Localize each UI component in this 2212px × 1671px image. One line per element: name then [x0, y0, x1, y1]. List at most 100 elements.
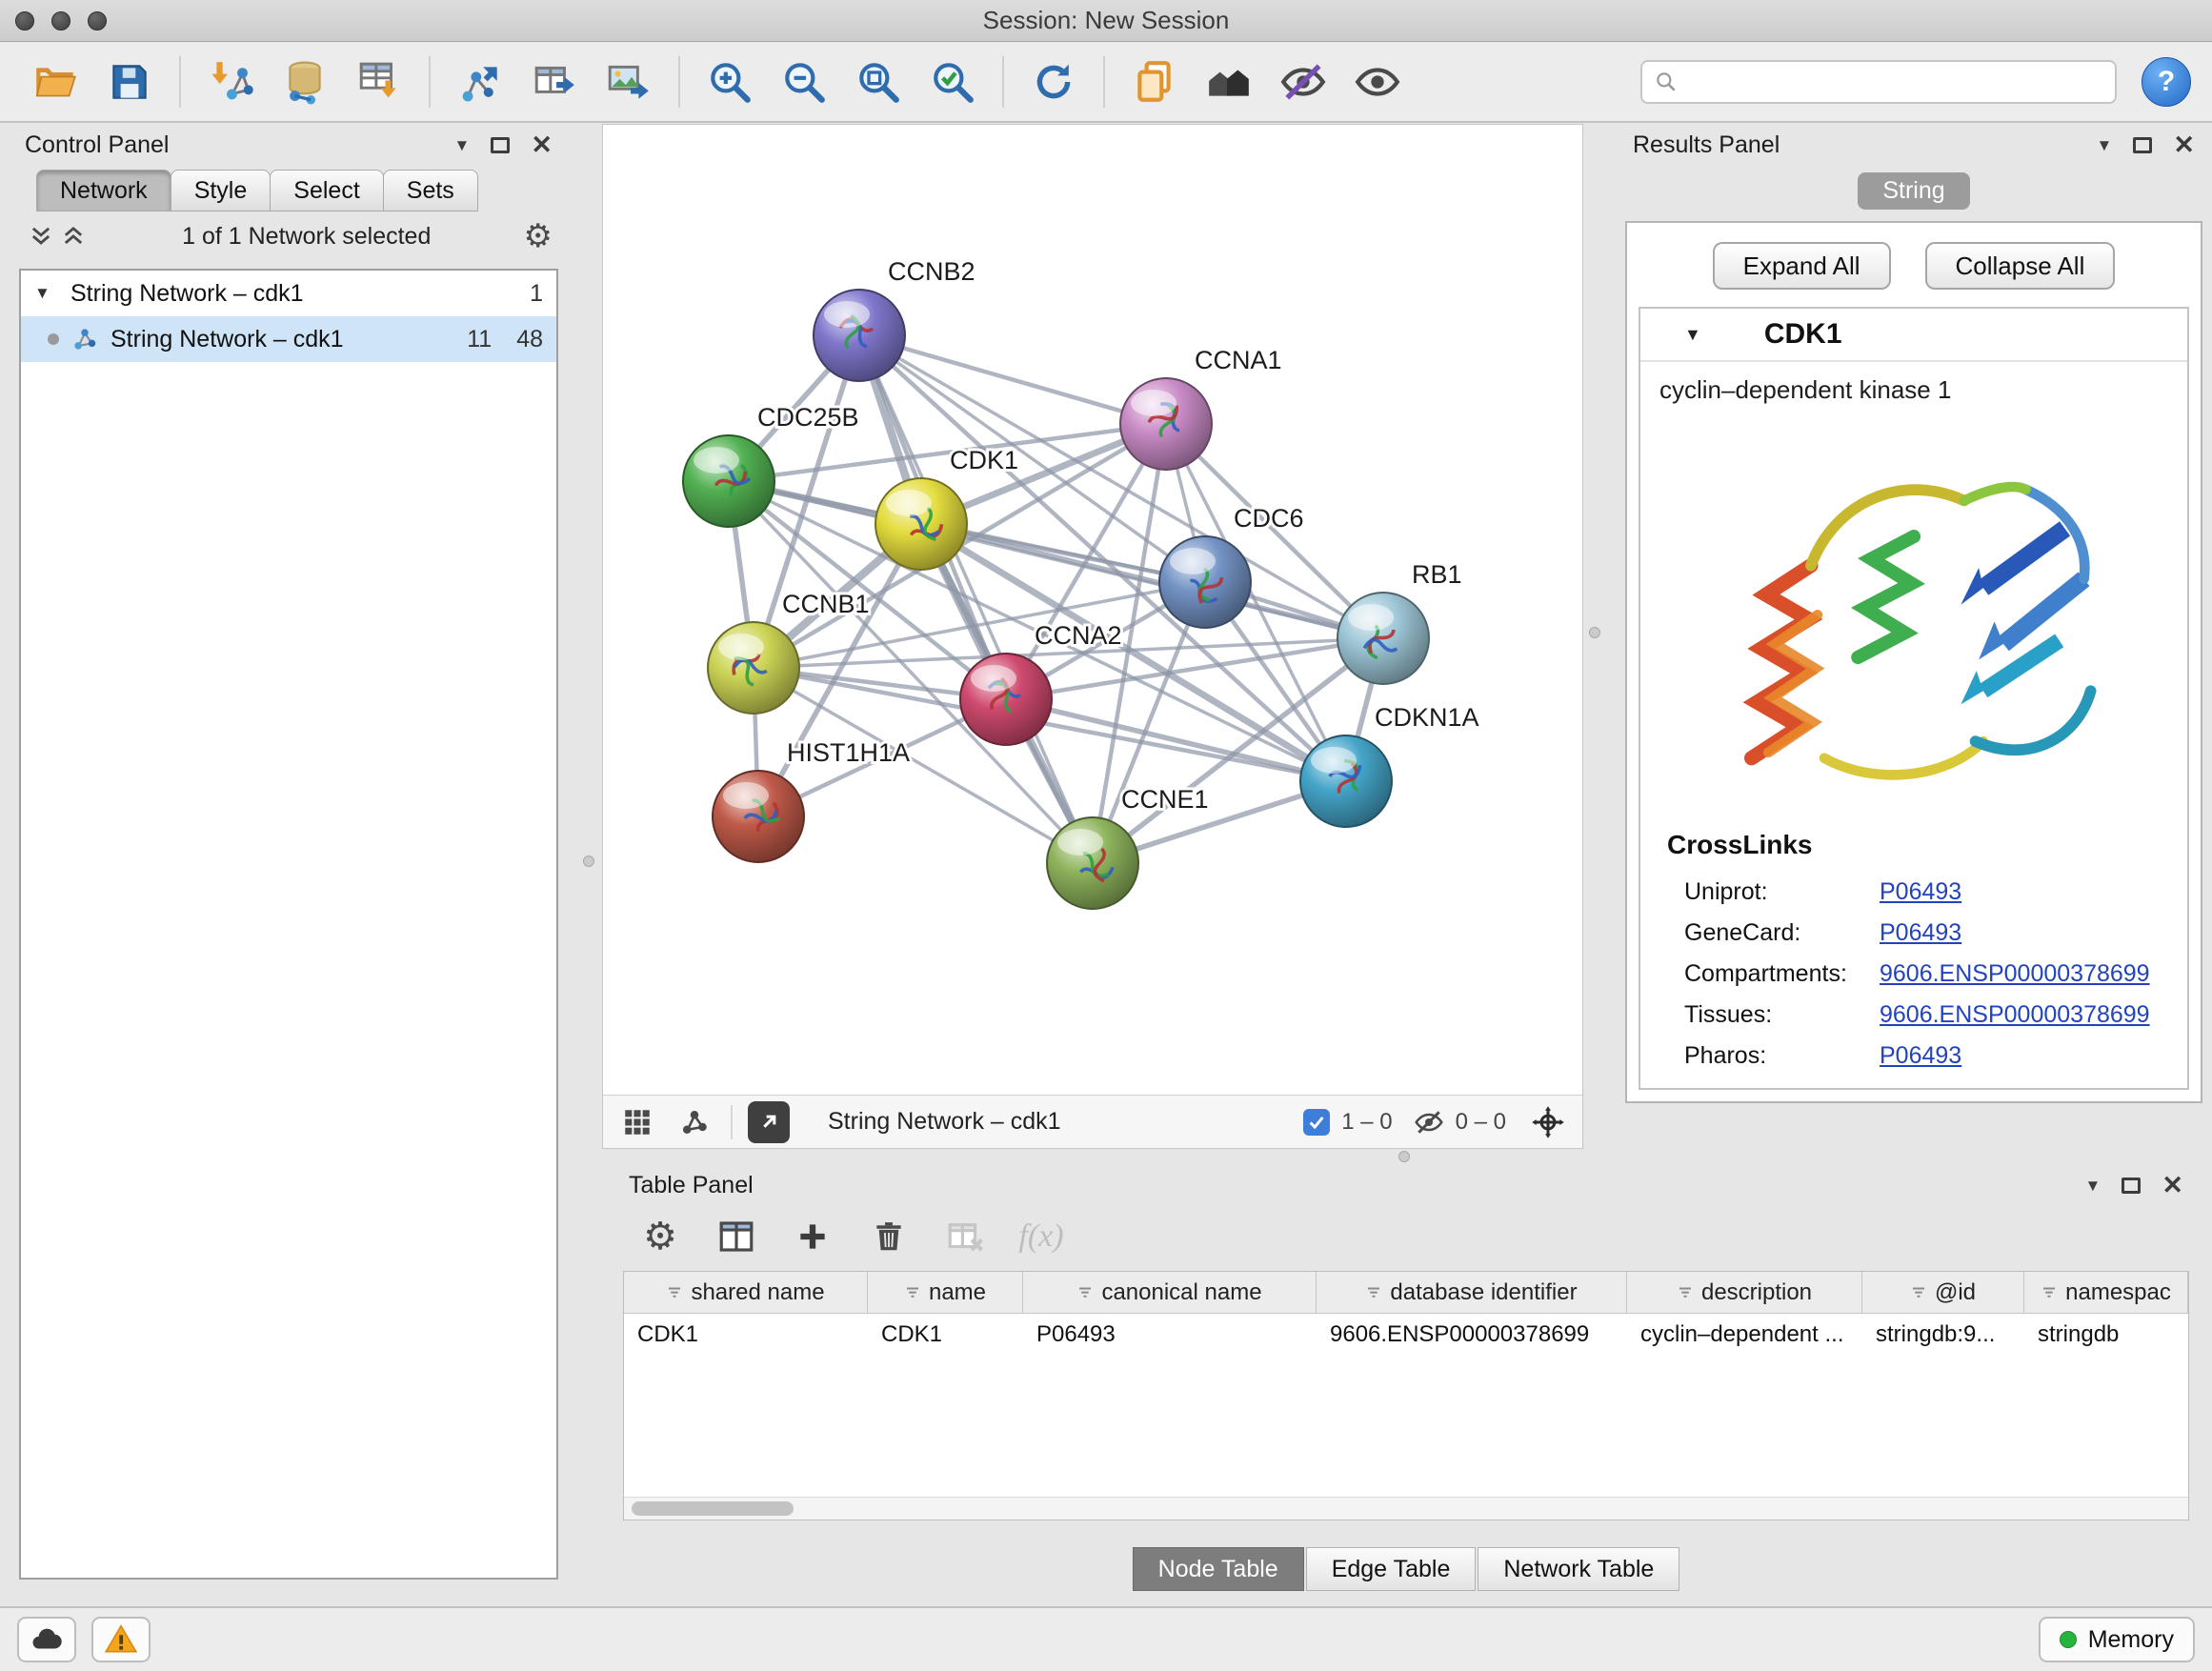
tab-network-table[interactable]: Network Table [1478, 1547, 1679, 1591]
splitter-handle[interactable] [1398, 1151, 1410, 1162]
scrollbar-thumb[interactable] [632, 1501, 794, 1516]
panel-close-icon[interactable]: ✕ [531, 132, 553, 158]
network-node[interactable] [1159, 536, 1251, 628]
splitter-handle[interactable] [1589, 627, 1600, 638]
network-node[interactable] [814, 290, 905, 381]
table-column-header[interactable]: shared name [624, 1272, 868, 1313]
network-node[interactable] [1337, 593, 1429, 684]
table-cell[interactable]: cyclin–dependent ... [1627, 1314, 1862, 1356]
crosslink-link[interactable]: P06493 [1880, 878, 1961, 906]
panel-menu-icon[interactable]: ▼ [2085, 1178, 2101, 1194]
window-minimize-button[interactable] [51, 11, 70, 30]
gene-section-header[interactable]: ▼ CDK1 [1640, 309, 2187, 362]
network-node[interactable] [1120, 378, 1212, 470]
create-column-button[interactable] [791, 1215, 835, 1258]
panel-float-icon[interactable] [491, 137, 510, 153]
table-column-header[interactable]: @id [1862, 1272, 2024, 1313]
grid-view-button[interactable] [616, 1101, 658, 1143]
table-cell[interactable]: P06493 [1023, 1314, 1317, 1356]
tab-node-table[interactable]: Node Table [1133, 1547, 1304, 1591]
zoom-out-button[interactable] [770, 50, 838, 114]
import-network-from-file-button[interactable] [196, 50, 265, 114]
show-all-button[interactable] [1343, 50, 1412, 114]
tab-string[interactable]: String [1858, 172, 1969, 210]
apply-preferred-layout-button[interactable] [1019, 50, 1088, 114]
zoom-in-button[interactable] [695, 50, 764, 114]
expand-all-button[interactable] [57, 220, 90, 252]
delete-table-button[interactable] [943, 1215, 987, 1258]
export-image-button[interactable] [594, 50, 663, 114]
home-view-button[interactable] [1195, 50, 1263, 114]
panel-close-icon[interactable]: ✕ [2162, 1173, 2183, 1198]
delete-column-button[interactable] [867, 1215, 911, 1258]
fit-content-button[interactable] [1527, 1101, 1569, 1143]
open-session-button[interactable] [21, 50, 90, 114]
table-horizontal-scrollbar[interactable] [624, 1497, 2188, 1520]
table-column-header[interactable]: namespac [2024, 1272, 2188, 1313]
tab-network[interactable]: Network [36, 170, 171, 211]
panel-float-icon[interactable] [2133, 137, 2152, 153]
section-expander-icon[interactable]: ▼ [1684, 325, 1701, 345]
function-builder-button[interactable]: f(x) [1019, 1215, 1063, 1258]
detach-view-button[interactable] [748, 1101, 790, 1143]
window-zoom-button[interactable] [88, 11, 107, 30]
network-node[interactable] [1300, 735, 1392, 827]
clone-network-button[interactable] [1120, 50, 1189, 114]
expand-all-button[interactable]: Expand All [1713, 242, 1891, 290]
warnings-button[interactable] [91, 1617, 151, 1662]
splitter-handle[interactable] [583, 856, 594, 867]
zoom-fit-button[interactable] [844, 50, 913, 114]
crosslink-link[interactable]: P06493 [1880, 1042, 1961, 1070]
collapse-all-button[interactable] [25, 220, 57, 252]
tab-select[interactable]: Select [270, 170, 383, 211]
table-column-header[interactable]: name [868, 1272, 1023, 1313]
table-settings-gear-icon[interactable]: ⚙ [638, 1215, 682, 1258]
crosslink-link[interactable]: 9606.ENSP00000378699 [1880, 1001, 2150, 1029]
table-column-header[interactable]: database identifier [1317, 1272, 1627, 1313]
import-table-from-file-button[interactable] [345, 50, 413, 114]
panel-menu-icon[interactable]: ▼ [2097, 137, 2113, 153]
tab-style[interactable]: Style [171, 170, 271, 211]
network-node[interactable] [1047, 817, 1138, 909]
panel-close-icon[interactable]: ✕ [2173, 132, 2195, 158]
hide-selected-button[interactable] [1269, 50, 1337, 114]
crosslink-link[interactable]: 9606.ENSP00000378699 [1880, 960, 2150, 988]
network-node[interactable] [713, 771, 804, 862]
table-cell[interactable]: stringdb:9... [1862, 1314, 2024, 1356]
network-node[interactable] [960, 654, 1052, 745]
search-input[interactable] [1688, 69, 2103, 95]
tab-sets[interactable]: Sets [383, 170, 478, 211]
crosslink-link[interactable]: P06493 [1880, 919, 1961, 947]
import-network-from-database-button[interactable] [271, 50, 339, 114]
cloud-status-button[interactable] [17, 1617, 76, 1662]
save-session-button[interactable] [95, 50, 164, 114]
export-table-button[interactable] [520, 50, 589, 114]
search-box[interactable] [1640, 60, 2117, 104]
help-button[interactable]: ? [2142, 57, 2191, 107]
tab-edge-table[interactable]: Edge Table [1306, 1547, 1477, 1591]
table-row[interactable]: CDK1CDK1P064939606.ENSP00000378699cyclin… [624, 1314, 2188, 1356]
panel-float-icon[interactable] [2122, 1178, 2141, 1194]
export-network-button[interactable] [446, 50, 514, 114]
select-columns-button[interactable] [714, 1215, 758, 1258]
table-column-header[interactable]: canonical name [1023, 1272, 1317, 1313]
tree-expander-icon[interactable]: ▼ [34, 284, 59, 303]
table-column-header[interactable]: description [1627, 1272, 1862, 1313]
table-cell[interactable]: stringdb [2024, 1314, 2188, 1356]
memory-button[interactable]: Memory [2039, 1617, 2195, 1662]
network-collection-row[interactable]: ▼ String Network – cdk1 1 [21, 271, 556, 316]
network-options-gear-icon[interactable]: ⚙ [524, 220, 553, 252]
network-node[interactable] [683, 435, 774, 527]
network-overview-button[interactable] [674, 1101, 715, 1143]
collapse-all-button[interactable]: Collapse All [1925, 242, 2116, 290]
panel-menu-icon[interactable]: ▼ [454, 137, 471, 153]
window-close-button[interactable] [15, 11, 34, 30]
network-row[interactable]: String Network – cdk1 11 48 [21, 316, 556, 362]
table-cell[interactable]: 9606.ENSP00000378699 [1317, 1314, 1627, 1356]
network-node[interactable] [875, 478, 967, 570]
table-cell[interactable]: CDK1 [624, 1314, 868, 1356]
network-node[interactable] [708, 622, 799, 714]
zoom-selected-button[interactable] [918, 50, 987, 114]
network-edge[interactable] [859, 335, 1093, 863]
network-canvas[interactable]: CCNB2CCNA1CDC25BCDK1CDC6RB1CCNB1CCNA2CDK… [603, 125, 1582, 1095]
